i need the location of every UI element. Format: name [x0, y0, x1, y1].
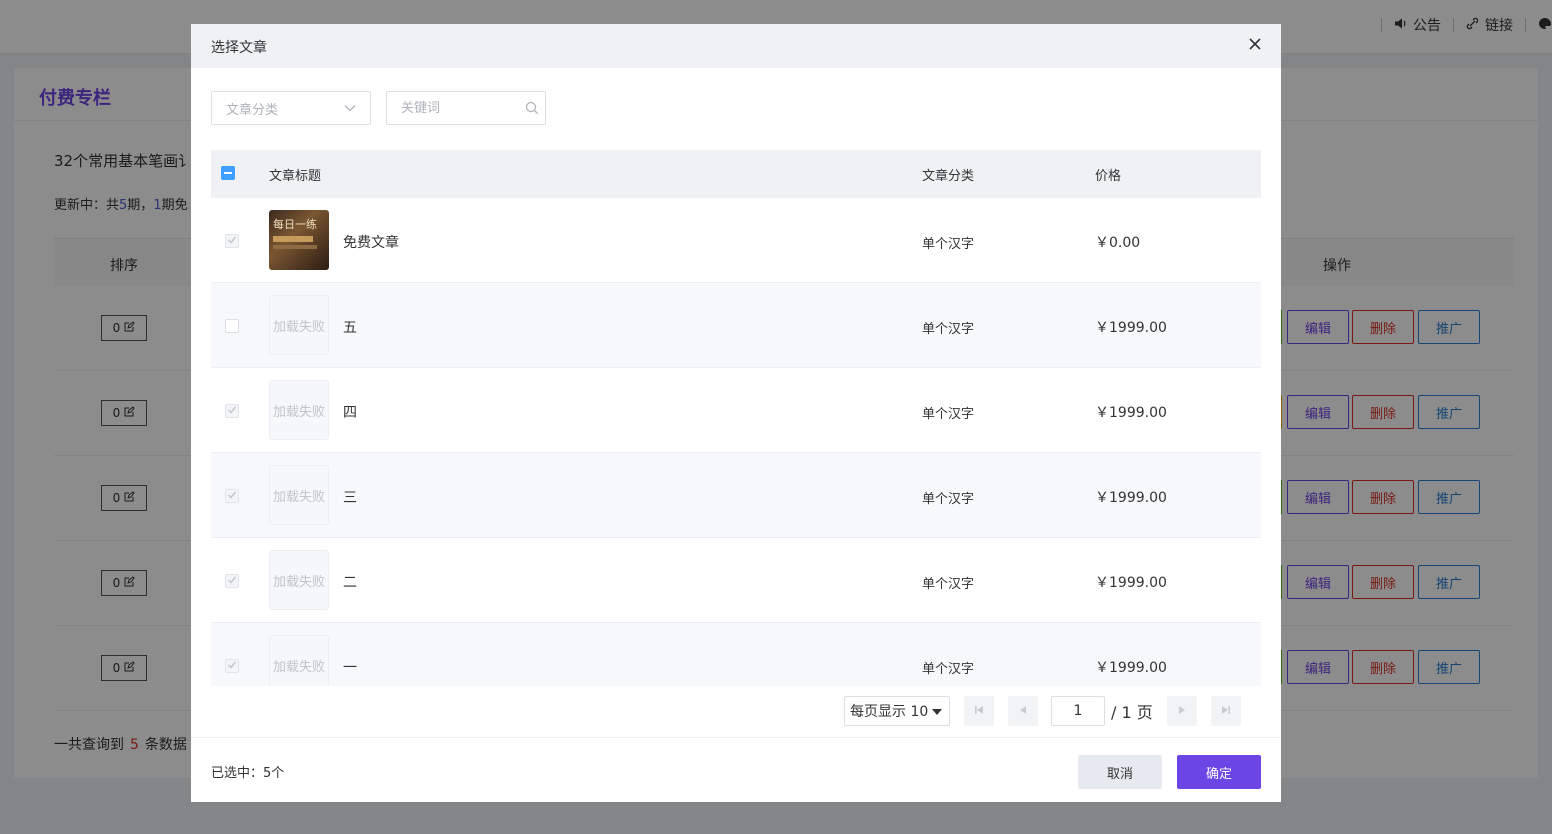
table-header: 文章标题 文章分类 价格	[211, 150, 1261, 198]
check-icon	[227, 234, 237, 249]
article-title: 四	[343, 405, 357, 421]
table-row[interactable]: 每日一练免费文章 单个汉字 ￥0.00	[211, 198, 1261, 283]
thumbnail-placeholder: 加载失败	[269, 635, 329, 686]
article-price: ￥1999.00	[1095, 405, 1167, 421]
dialog-footer: 已选中：5个 取消 确定	[191, 737, 1281, 802]
row-checkbox	[225, 489, 239, 503]
thumbnail-placeholder: 加载失败	[269, 380, 329, 440]
thumbnail-placeholder: 加载失败	[269, 465, 329, 525]
thumbnail-error-text: 加载失败	[272, 404, 325, 420]
check-icon	[227, 659, 237, 674]
table-row[interactable]: 加载失败 三 单个汉字 ￥1999.00	[211, 453, 1261, 538]
check-icon	[227, 489, 237, 504]
select-all-checkbox[interactable]	[221, 166, 235, 180]
first-page-button[interactable]	[964, 696, 994, 726]
title-column-header: 文章标题	[269, 169, 322, 184]
total-pages-label: / 1 页	[1111, 703, 1153, 722]
row-checkbox	[225, 659, 239, 673]
article-category: 单个汉字	[922, 662, 975, 677]
close-button[interactable]	[1243, 34, 1267, 58]
indeterminate-icon	[224, 172, 232, 174]
article-price: ￥0.00	[1095, 235, 1141, 251]
article-price: ￥1999.00	[1095, 575, 1167, 591]
thumbnail-error-text: 加载失败	[272, 489, 325, 505]
thumbnail-placeholder: 加载失败	[269, 295, 329, 355]
row-checkbox[interactable]	[225, 319, 239, 333]
keyword-search-field	[386, 91, 546, 125]
row-checkbox	[225, 234, 239, 248]
first-page-icon	[974, 704, 984, 719]
article-table: 文章标题 文章分类 价格 每日一练 免费文章 单个汉字 ￥0.00 加载失败五单个汉字 ￥…	[211, 150, 1261, 686]
pagination: 每页显示 10 1 / 1 页	[844, 696, 1241, 726]
thumbnail-band	[273, 236, 313, 242]
thumbnail-placeholder: 加载失败	[269, 550, 329, 610]
category-select[interactable]: 文章分类	[211, 91, 371, 125]
check-icon	[227, 574, 237, 589]
next-page-icon	[1177, 704, 1187, 719]
row-checkbox	[225, 574, 239, 588]
table-row[interactable]: 加载失败 五 单个汉字 ￥1999.00	[211, 283, 1261, 368]
article-category: 单个汉字	[922, 322, 975, 337]
article-title: 三	[343, 490, 357, 506]
selected-count: 已选中：5个	[211, 766, 285, 781]
article-price: ￥1999.00	[1095, 490, 1167, 506]
article-category: 单个汉字	[922, 492, 975, 507]
chevron-down-icon	[344, 101, 356, 116]
thumbnail-error-text: 加载失败	[272, 659, 325, 675]
thumbnail-error-text: 加载失败	[272, 574, 325, 590]
page-size-label: 每页显示 10	[850, 704, 929, 720]
thumbnail-error-text: 加载失败	[272, 319, 325, 335]
category-column-header: 文章分类	[922, 169, 975, 184]
caret-down-icon	[932, 703, 943, 719]
category-placeholder: 文章分类	[226, 102, 279, 118]
article-category: 单个汉字	[922, 237, 975, 252]
article-title: 二	[343, 575, 357, 591]
dialog-title: 选择文章	[211, 40, 267, 56]
page-size-select[interactable]: 每页显示 10	[844, 696, 950, 726]
article-title: 五	[343, 320, 357, 336]
confirm-button[interactable]: 确定	[1177, 755, 1261, 789]
thumbnail-image: 每日一练	[269, 210, 329, 270]
close-icon	[1248, 37, 1262, 55]
table-body: 每日一练 免费文章 单个汉字 ￥0.00 加载失败五单个汉字 ￥1999.00 加载失败四单…	[211, 198, 1261, 686]
prev-page-button[interactable]	[1008, 696, 1038, 726]
article-title: 免费文章	[343, 235, 399, 251]
article-price: ￥1999.00	[1095, 660, 1167, 676]
article-category: 单个汉字	[922, 577, 975, 592]
table-row[interactable]: 加载失败 四 单个汉字 ￥1999.00	[211, 368, 1261, 453]
row-checkbox	[225, 404, 239, 418]
article-title: 一	[343, 660, 357, 676]
cancel-button[interactable]: 取消	[1078, 755, 1162, 789]
table-row[interactable]: 加载失败 二 单个汉字 ￥1999.00	[211, 538, 1261, 623]
thumbnail-band	[273, 245, 317, 249]
page-number-input[interactable]: 1	[1051, 696, 1105, 726]
dialog-header: 选择文章	[191, 24, 1281, 68]
prev-page-icon	[1018, 704, 1028, 719]
last-page-icon	[1221, 704, 1231, 719]
search-icon[interactable]	[525, 101, 539, 119]
article-category: 单个汉字	[922, 407, 975, 422]
table-row[interactable]: 加载失败 一 单个汉字 ￥1999.00	[211, 623, 1261, 686]
article-price: ￥1999.00	[1095, 320, 1167, 336]
last-page-button[interactable]	[1210, 696, 1241, 726]
next-page-button[interactable]	[1166, 696, 1197, 726]
thumbnail-caption: 每日一练	[273, 218, 317, 231]
price-column-header: 价格	[1095, 169, 1122, 184]
check-icon	[227, 404, 237, 419]
keyword-input[interactable]	[387, 92, 517, 124]
select-article-dialog: 选择文章 文章分类 文章标题 文章分类 价格 每日一练免费文章单个汉字￥0.00…	[191, 24, 1281, 802]
